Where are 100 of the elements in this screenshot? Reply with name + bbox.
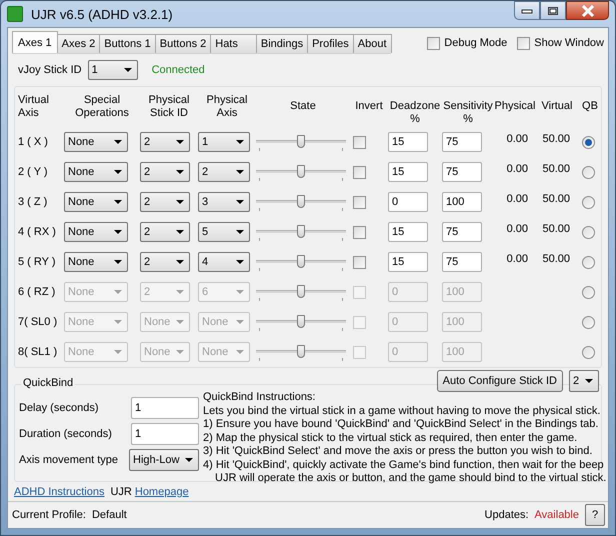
column-header: State [289,99,317,113]
link[interactable]: Homepage [134,486,189,498]
maximize-icon [547,6,559,16]
instruction-text: UJR will operate the axis or button, and the game should bind to the virtual stick. [214,472,606,486]
input-field[interactable]: 75 [442,132,482,152]
input-field[interactable]: 15 [388,252,428,272]
input-field[interactable]: 1 [131,423,199,445]
instruction-text: 1) Ensure you have bound 'QuickBind' and 'QuickBind Select' in the Bindings tab. [203,418,600,432]
dropdown[interactable]: 4 [198,252,250,272]
dropdown[interactable]: 1 [88,60,138,80]
minimize-icon [521,8,533,14]
link[interactable]: ADHD Instructions [14,486,104,498]
close-button[interactable] [566,1,609,20]
checkbox[interactable] [517,36,530,50]
column-header: Physical Axis [206,93,248,120]
app-icon [7,6,23,22]
dropdown[interactable]: None [64,132,128,152]
tab[interactable]: Buttons 2 [154,34,212,53]
maximize-button[interactable] [540,1,566,20]
dropdown[interactable]: 2 [198,162,250,182]
window-title: UJR v6.5 (ADHD v3.2.1) [31,6,173,22]
radio-button[interactable] [582,226,595,238]
instructions-title: QuickBind Instructions: [203,391,316,404]
tab[interactable]: Profiles [307,34,354,53]
radio-button[interactable] [582,196,595,208]
checkbox[interactable] [353,226,366,238]
radio-button[interactable] [582,166,595,178]
column-header: Physical Stick ID [148,93,190,120]
axis-label: 2 ( Y ) [18,166,49,178]
label-text: UJR [110,486,132,498]
input-field[interactable]: 15 [388,222,428,242]
dropdown[interactable]: High-Low [129,449,199,471]
input-field[interactable]: 75 [442,252,482,272]
close-icon [580,4,594,16]
tab[interactable]: Axes 1 [12,31,58,53]
axis-label: 8( SL1 ) [18,346,58,358]
input-field[interactable]: 0 [388,192,428,212]
radio-button[interactable] [582,256,595,268]
checkbox[interactable] [353,136,366,148]
axis-label: 4 ( RX ) [18,226,57,238]
column-header: Virtual [540,99,574,113]
value-text: 50.00 [542,223,570,235]
input-field[interactable]: 15 [388,132,428,152]
instruction-text: Lets you bind the virtual stick in a game without having to move the physical stick. [203,404,602,418]
status-label: Current Profile: [12,509,86,521]
radio-button[interactable] [582,136,595,148]
tab[interactable]: About [352,34,392,53]
input-field[interactable]: 75 [442,162,482,182]
column-header: Invert [354,99,384,113]
tab[interactable]: Axes 2 [56,34,100,53]
value-text: 50.00 [542,193,570,205]
help-button[interactable]: ? [585,504,605,526]
dropdown[interactable]: 5 [198,222,250,242]
column-header: Physical [494,99,536,113]
input-field[interactable]: 15 [388,162,428,182]
input-field[interactable]: 75 [442,222,482,242]
checkbox-label: Show Window [534,37,604,49]
tab[interactable]: Hats [210,34,257,53]
column-header: Virtual Axis [18,93,50,120]
status-label: Updates: [484,509,529,521]
column-header: Special Operations [74,93,130,120]
minimize-button[interactable] [514,1,540,20]
dropdown[interactable]: None [64,162,128,182]
input-field[interactable]: 1 [131,397,199,419]
auto-configure-button[interactable]: Auto Configure Stick ID [436,370,563,392]
dropdown[interactable]: 1 [198,132,250,152]
dropdown[interactable]: None [64,252,128,272]
field-label: Axis movement type [19,454,118,466]
checkbox[interactable] [353,166,366,178]
dropdown[interactable]: 2 [140,192,190,212]
column-header: Deadzone % [388,99,442,126]
dropdown[interactable]: 2 [140,162,190,182]
axis-label: 6 ( RZ ) [18,286,56,298]
dropdown[interactable]: None [64,222,128,242]
column-header: QB [581,99,599,113]
instruction-text: 4) Hit 'QuickBind', quickly activate the Game's bind function, then wait for the beep [203,458,605,472]
update-status: Available [534,509,579,521]
tab[interactable]: Buttons 1 [99,34,156,53]
value-text: 0.00 [506,223,528,235]
value-text: 50.00 [542,163,570,175]
dropdown[interactable]: 3 [198,192,250,212]
dropdown[interactable]: 2 [569,370,599,392]
checkbox[interactable] [353,256,366,268]
tab[interactable]: Bindings [256,34,308,53]
dropdown[interactable]: None [64,192,128,212]
checkbox[interactable] [353,196,366,208]
axis-label: 1 ( X ) [18,136,49,148]
axis-label: 5 ( RY ) [18,256,56,268]
value-text: 0.00 [506,133,528,145]
dropdown[interactable]: 2 [140,252,190,272]
input-field[interactable]: 100 [442,192,482,212]
value-text: 50.00 [542,253,570,265]
checkbox[interactable] [427,36,440,50]
field-label: Duration (seconds) [19,428,112,440]
dropdown[interactable]: 2 [140,222,190,242]
instruction-text: 2) Map the physical stick to the virtual stick as required, then enter the game. [203,432,578,445]
profile-name: Default [92,509,127,521]
group-title: QuickBind [21,377,76,389]
dropdown[interactable]: 2 [140,132,190,152]
value-text: 0.00 [506,193,528,205]
